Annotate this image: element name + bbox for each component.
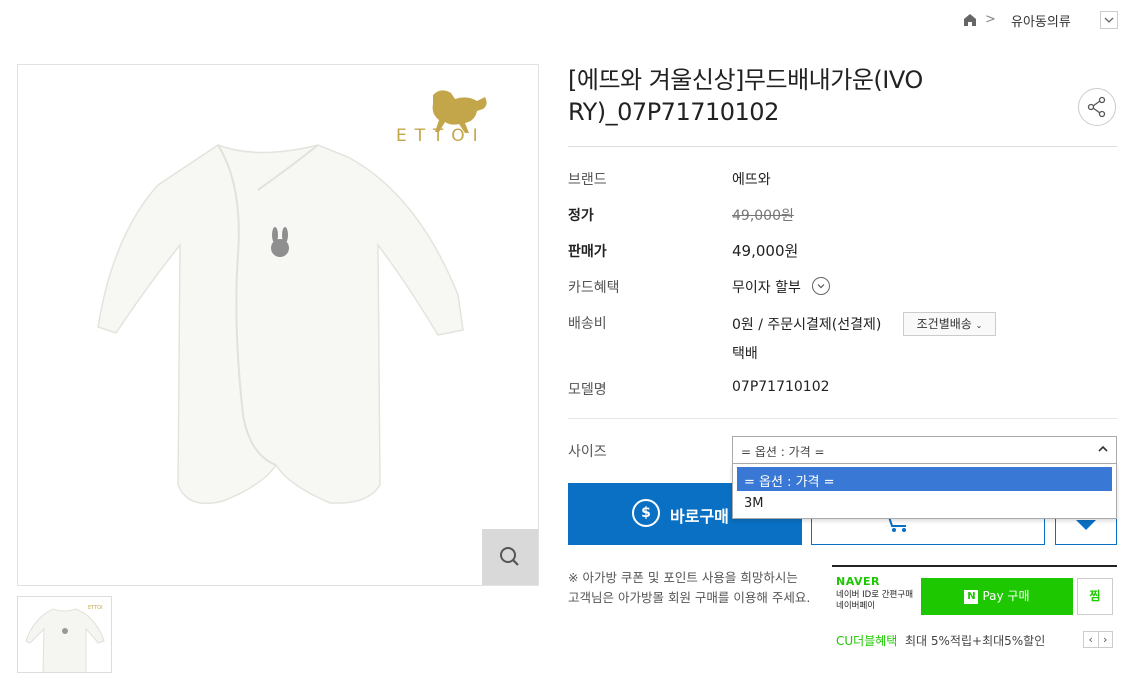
product-title: [에뜨와 겨울신상]무드배내가운(IVO RY)_07P71710102 <box>568 66 923 126</box>
sale-price-label: 판매가 <box>568 244 607 260</box>
sale-price-value: 49,000원 <box>732 242 799 260</box>
svg-text:ETTOI: ETTOI <box>88 605 103 611</box>
shipping-value: 0원 / 주문시결제(선결제) <box>732 317 882 333</box>
prev-arrow-icon[interactable]: ‹ <box>1084 632 1098 647</box>
chevron-down-icon <box>1104 17 1114 23</box>
breadcrumb-category[interactable]: 유아동의류 <box>1011 11 1071 30</box>
list-price-value: 49,000원 <box>732 208 794 224</box>
brand-value: 에뜨와 <box>732 172 771 188</box>
magnifier-icon <box>500 547 519 566</box>
svg-text:ETTOI: ETTOI <box>396 126 486 146</box>
shipping-label: 배송비 <box>568 316 607 332</box>
share-icon <box>1087 96 1106 118</box>
dollar-icon: $ <box>632 499 660 527</box>
chevron-down-icon <box>817 284 825 289</box>
next-arrow-icon[interactable]: › <box>1097 632 1113 647</box>
product-main-image: ETTOI <box>17 64 539 586</box>
home-icon[interactable] <box>962 12 978 28</box>
divider <box>568 146 1117 147</box>
size-option[interactable]: = 옵션 : 가격 = <box>737 467 1112 491</box>
size-select[interactable]: = 옵션 : 가격 = <box>732 436 1117 466</box>
brand-logo: ETTOI <box>396 90 487 146</box>
size-label: 사이즈 <box>568 444 607 460</box>
size-option[interactable]: 3M <box>737 492 1112 516</box>
card-benefit-toggle[interactable] <box>812 277 830 295</box>
model-value: 07P71710102 <box>732 379 830 395</box>
naver-logo: NAVER <box>836 575 880 588</box>
chevron-right-icon: > <box>985 12 996 27</box>
naverpay-buy-button[interactable]: N Pay 구매 <box>921 578 1073 615</box>
coupon-notice: ※ 아가방 쿠폰 및 포인트 사용을 희망하시는 고객님은 아가방몰 회원 구매… <box>568 570 811 605</box>
cu-benefit-title: CU더블혜택 <box>836 634 898 648</box>
divider <box>568 418 1117 419</box>
naver-n-icon: N <box>964 589 979 604</box>
zoom-button[interactable] <box>482 529 538 585</box>
naverpay-wishlist-button[interactable]: 찜 <box>1077 578 1113 615</box>
shipping-method: 택배 <box>732 346 758 362</box>
chevron-up-icon <box>1098 445 1108 452</box>
shipping-condition-button[interactable]: 조건별배송 ⌄ <box>903 312 996 336</box>
cu-benefit-nav: ‹ › <box>1083 631 1113 648</box>
list-price-label: 정가 <box>568 208 594 224</box>
cu-benefit-desc: 최대 5%적립+최대5%할인 <box>905 634 1046 648</box>
brand-label: 브랜드 <box>568 172 607 188</box>
card-value: 무이자 할부 <box>732 280 801 296</box>
breadcrumb-dropdown[interactable] <box>1100 11 1118 29</box>
product-thumbnail[interactable]: ETTOI <box>17 596 112 673</box>
share-button[interactable] <box>1078 88 1116 126</box>
product-garment-illustration <box>97 144 464 505</box>
chevron-down-icon: ⌄ <box>975 321 983 330</box>
size-dropdown: = 옵션 : 가격 = 3M <box>732 463 1117 519</box>
naverpay-subtitle: 네이버 ID로 간편구매 네이버페이 <box>836 590 914 611</box>
model-label: 모델명 <box>568 382 607 398</box>
card-label: 카드혜택 <box>568 280 620 296</box>
